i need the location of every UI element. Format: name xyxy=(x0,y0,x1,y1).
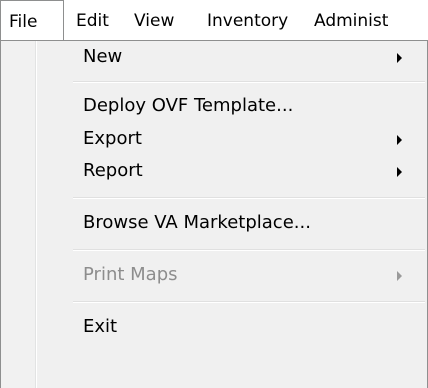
menu-item-deploy-ovf-template-label: Deploy OVF Template... xyxy=(83,95,294,116)
menu-item-new-label: New xyxy=(83,46,123,67)
menu-separator xyxy=(73,249,425,251)
menu-edit[interactable]: Edit xyxy=(76,10,109,32)
menu-inventory[interactable]: Inventory xyxy=(207,10,288,32)
menu-item-new[interactable]: New xyxy=(1,41,427,74)
file-menu-dropdown: New Deploy OVF Template... Export Report… xyxy=(0,40,428,388)
menu-view[interactable]: View xyxy=(134,10,174,32)
menu-item-export-label: Export xyxy=(83,128,142,149)
menu-item-print-maps[interactable]: Print Maps xyxy=(1,259,427,292)
menu-administration[interactable]: Administ xyxy=(314,10,388,32)
menu-separator xyxy=(73,197,425,199)
submenu-arrow-icon xyxy=(397,53,402,63)
menu-separator xyxy=(73,301,425,303)
menu-item-deploy-ovf-template[interactable]: Deploy OVF Template... xyxy=(1,90,427,123)
menu-item-exit-label: Exit xyxy=(83,316,118,337)
menu-file-label: File xyxy=(9,12,38,32)
application-window: File Edit View Inventory Administ New De… xyxy=(0,0,428,388)
menu-separator xyxy=(73,81,425,83)
menu-item-print-maps-label: Print Maps xyxy=(83,264,178,285)
menu-file[interactable]: File xyxy=(0,0,64,41)
menu-item-browse-va-marketplace-label: Browse VA Marketplace... xyxy=(83,212,311,233)
submenu-arrow-icon xyxy=(397,167,402,177)
menu-item-browse-va-marketplace[interactable]: Browse VA Marketplace... xyxy=(1,207,427,240)
menu-item-report-label: Report xyxy=(83,160,143,181)
submenu-arrow-icon xyxy=(397,271,402,281)
menu-bar: File Edit View Inventory Administ xyxy=(0,0,428,41)
menu-item-report[interactable]: Report xyxy=(1,155,427,188)
menu-item-export[interactable]: Export xyxy=(1,123,427,156)
submenu-arrow-icon xyxy=(397,135,402,145)
menu-item-exit[interactable]: Exit xyxy=(1,311,427,344)
